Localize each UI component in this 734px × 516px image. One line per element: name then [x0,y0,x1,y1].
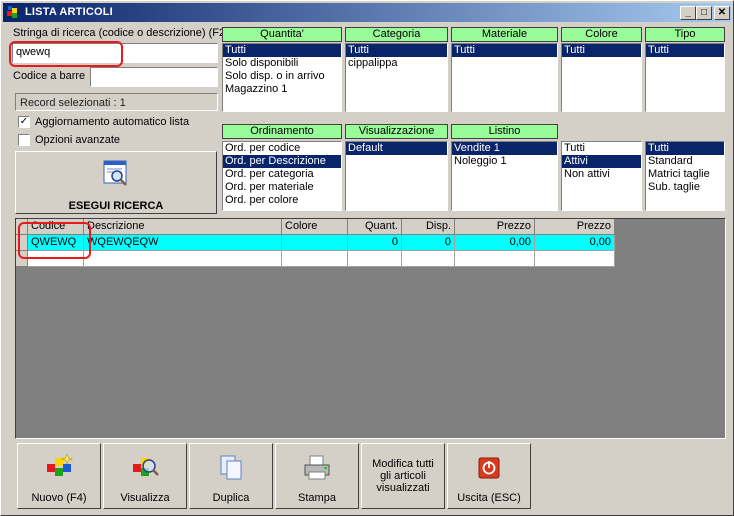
maximize-button[interactable]: □ [696,6,712,20]
highlight-search [9,41,123,67]
print-button[interactable]: Stampa [275,443,359,509]
empty-cell[interactable] [282,251,348,267]
list-item[interactable]: Matrici taglie [646,168,724,181]
list-item[interactable]: Standard [646,155,724,168]
exit-button[interactable]: Uscita (ESC) [447,443,531,509]
filter-list-quantita[interactable]: Tutti Solo disponibili Solo disp. o in arr… [222,43,342,112]
auto-update-label[interactable]: Aggiornamento automatico lista [35,116,189,128]
app-icon [7,6,17,18]
filter-list-categoria[interactable]: Tutti cippalippa [345,43,448,112]
highlight-codice [18,222,91,259]
filter-list-listino[interactable]: Vendite 1 Noleggio 1 [451,141,558,211]
list-item[interactable]: Ord. per colore [223,194,341,207]
list-item[interactable]: Solo disponibili [223,57,341,70]
filter-header-materiale: Materiale [451,27,558,42]
cell-disp[interactable]: 0 [402,235,455,251]
view-icon [133,458,159,476]
filter-list-ordinamento[interactable]: Ord. per codice Ord. per Descrizione Ord. … [222,141,342,211]
filter-list-taglie[interactable]: Tutti Standard Matrici taglie Sub. taglie [645,141,725,211]
window-title: LISTA ARTICOLI [25,6,113,18]
list-item[interactable]: Non attivi [562,168,641,181]
list-item[interactable]: Tutti [646,44,724,57]
list-item[interactable]: Ord. per materiale [223,181,341,194]
filter-header-ordinamento: Ordinamento [222,124,342,139]
list-item[interactable]: Tutti [452,44,557,57]
empty-cell[interactable] [84,251,282,267]
list-item[interactable]: Tutti [562,142,641,155]
filter-list-stato[interactable]: Tutti Attivi Non attivi [561,141,642,211]
list-item[interactable]: Noleggio 1 [452,155,557,168]
cell-prezzo-1[interactable]: 0,00 [455,235,535,251]
list-item[interactable]: Ord. per Descrizione [223,155,341,168]
view-button[interactable]: Visualizza [103,443,187,509]
search-button[interactable]: ESEGUI RICERCA [15,151,217,214]
list-item[interactable]: Tutti [223,44,341,57]
close-button[interactable]: ✕ [714,6,730,20]
filter-header-tipo: Tipo [645,27,725,42]
list-item[interactable]: Magazzino 1 [223,83,341,96]
edit-all-button[interactable]: Modifica tutti gli articoli visualizzati [361,443,445,509]
empty-cell[interactable] [402,251,455,267]
column-header-colore[interactable]: Colore [282,219,348,235]
edit-all-button-label: Modifica tutti gli articoli visualizzati [372,458,434,494]
title-bar[interactable]: LISTA ARTICOLI _ □ ✕ [3,3,731,22]
filter-header-colore: Colore [561,27,642,42]
cell-prezzo-2[interactable]: 0,00 [535,235,615,251]
list-item[interactable]: Solo disp. o in arrivo [223,70,341,83]
filter-header-visualizzazione: Visualizzazione [345,124,448,139]
column-header-quant[interactable]: Quant. [348,219,402,235]
duplicate-icon [220,455,242,480]
main-window: LISTA ARTICOLI _ □ ✕ Stringa di ricerca … [0,0,734,516]
list-item[interactable]: Attivi [562,155,641,168]
new-button-label: Nuovo (F4) [31,492,87,504]
filter-list-colore[interactable]: Tutti [561,43,642,112]
filter-list-materiale[interactable]: Tutti [451,43,558,112]
print-icon [304,455,330,480]
cell-quant[interactable]: 0 [348,235,402,251]
new-button[interactable]: Nuovo (F4) [17,443,101,509]
list-item[interactable]: cippalippa [346,57,447,70]
barcode-label: Codice a barre [13,70,86,82]
filter-header-quantita: Quantita' [222,27,342,42]
new-item-icon [47,453,73,476]
column-header-prezzo-1[interactable]: Prezzo [455,219,535,235]
duplicate-button-label: Duplica [212,492,250,504]
column-header-prezzo-2[interactable]: Prezzo [535,219,615,235]
minimize-button[interactable]: _ [680,6,696,20]
view-button-label: Visualizza [120,492,170,504]
filter-list-tipo[interactable]: Tutti [645,43,725,112]
advanced-options-checkbox[interactable] [18,134,30,146]
exit-button-label: Uscita (ESC) [457,492,521,504]
empty-cell[interactable] [535,251,615,267]
barcode-input[interactable] [90,67,218,87]
list-item[interactable]: Ord. per codice [223,142,341,155]
search-button-label: ESEGUI RICERCA [68,200,164,212]
duplicate-button[interactable]: Duplica [189,443,273,509]
search-label: Stringa di ricerca (codice o descrizione… [13,27,229,39]
advanced-options-label[interactable]: Opzioni avanzate [35,134,120,146]
empty-cell[interactable] [348,251,402,267]
list-item[interactable]: Vendite 1 [452,142,557,155]
cell-descrizione[interactable]: WQEWQEQW [84,235,282,251]
cell-colore[interactable] [282,235,348,251]
exit-icon [478,457,500,479]
list-item[interactable]: Tutti [562,44,641,57]
empty-cell[interactable] [455,251,535,267]
list-item[interactable]: Sub. taglie [646,181,724,194]
column-header-disp[interactable]: Disp. [402,219,455,235]
auto-update-checkbox[interactable]: ✓ [18,116,30,128]
filter-header-listino: Listino [451,124,558,139]
filter-list-visualizzazione[interactable]: Default [345,141,448,211]
column-header-descrizione[interactable]: Descrizione [84,219,282,235]
list-item[interactable]: Tutti [346,44,447,57]
print-button-label: Stampa [298,492,336,504]
bottom-toolbar: Nuovo (F4) Visualizza Duplica Stampa Mod… [15,441,726,511]
results-grid[interactable]: Codice Descrizione Colore Quant. Disp. P… [15,218,726,439]
list-item[interactable]: Ord. per categoria [223,168,341,181]
list-item[interactable]: Default [346,142,447,155]
search-report-icon [103,160,127,186]
filter-header-categoria: Categoria [345,27,448,42]
list-item[interactable]: Tutti [646,142,724,155]
records-status: Record selezionati : 1 [15,93,218,111]
